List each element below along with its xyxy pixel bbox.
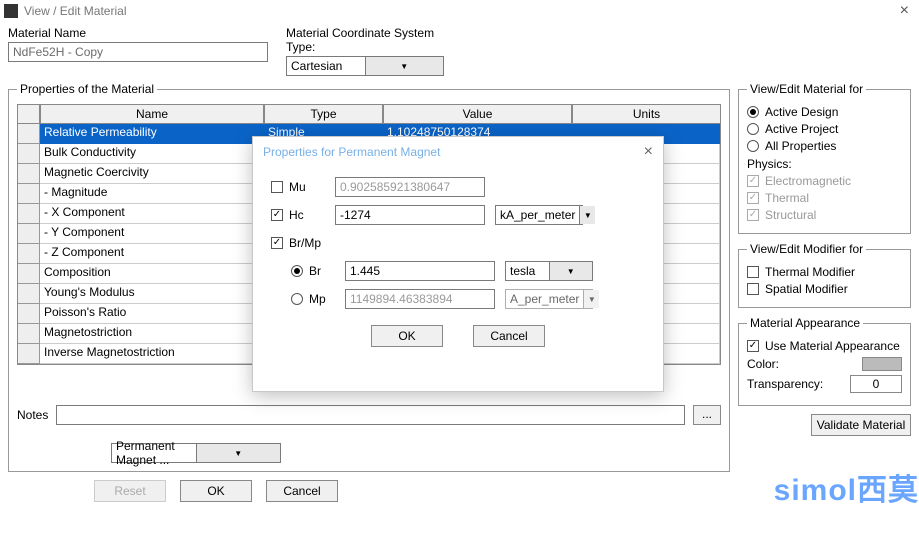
chevron-down-icon: ▼ — [196, 444, 281, 462]
col-name[interactable]: Name — [40, 105, 264, 124]
reset-button: Reset — [94, 480, 166, 502]
check-electromagnetic: Electromagnetic — [747, 174, 902, 188]
app-icon — [4, 4, 18, 18]
ok-button[interactable]: OK — [180, 480, 252, 502]
notes-input[interactable] — [56, 405, 685, 425]
permanent-magnet-dialog: Properties for Permanent Magnet × Mu Hc … — [252, 136, 664, 392]
properties-legend: Properties of the Material — [17, 82, 157, 96]
physics-label: Physics: — [747, 157, 902, 171]
calculator-value: Permanent Magnet ... — [112, 439, 196, 467]
modifier-legend: View/Edit Modifier for — [747, 242, 866, 256]
close-icon[interactable]: × — [644, 143, 653, 161]
dialog-cancel-button[interactable]: Cancel — [473, 325, 545, 347]
mu-input — [335, 177, 485, 197]
chevron-down-icon: ▼ — [549, 262, 593, 280]
notes-browse-button[interactable]: ... — [693, 405, 721, 425]
check-thermal: Thermal — [747, 191, 902, 205]
grid-header: Name Type Value Units — [18, 105, 720, 124]
check-structural: Structural — [747, 208, 902, 222]
cancel-button[interactable]: Cancel — [266, 480, 338, 502]
color-label: Color: — [747, 357, 779, 371]
check-spatial-modifier[interactable]: Spatial Modifier — [747, 282, 902, 296]
br-input[interactable] — [345, 261, 495, 281]
check-hc[interactable]: Hc — [271, 208, 325, 222]
col-type[interactable]: Type — [264, 105, 383, 124]
radio-active-design[interactable]: Active Design — [747, 105, 902, 119]
transparency-label: Transparency: — [747, 377, 823, 391]
dialog-ok-button[interactable]: OK — [371, 325, 443, 347]
title-bar: View / Edit Material × — [0, 0, 919, 22]
dialog-titlebar[interactable]: Properties for Permanent Magnet × — [253, 137, 663, 167]
appearance-legend: Material Appearance — [747, 316, 863, 330]
mp-input — [345, 289, 495, 309]
calculator-combo[interactable]: Permanent Magnet ... ▼ — [111, 443, 281, 463]
chevron-down-icon: ▼ — [583, 290, 599, 308]
coord-type-label: Material Coordinate System Type: — [286, 26, 444, 54]
check-brmp[interactable]: Br/Mp — [271, 236, 325, 250]
chevron-down-icon: ▼ — [579, 206, 595, 224]
appearance-group: Material Appearance Use Material Appeara… — [738, 316, 911, 406]
radio-br[interactable]: Br — [291, 264, 335, 278]
transparency-input[interactable] — [850, 375, 902, 393]
radio-active-project[interactable]: Active Project — [747, 122, 902, 136]
mp-unit-combo: A_per_meter▼ — [505, 289, 593, 309]
check-mu[interactable]: Mu — [271, 180, 325, 194]
chevron-down-icon: ▼ — [365, 57, 444, 75]
color-swatch[interactable] — [862, 357, 902, 371]
notes-label: Notes — [17, 408, 48, 422]
view-for-legend: View/Edit Material for — [747, 82, 866, 96]
hc-unit-combo[interactable]: kA_per_meter▼ — [495, 205, 583, 225]
br-unit-combo[interactable]: tesla▼ — [505, 261, 593, 281]
validate-material-button[interactable]: Validate Material — [811, 414, 911, 436]
material-name-label: Material Name — [8, 26, 268, 40]
material-name-input[interactable] — [8, 42, 268, 62]
check-use-appearance[interactable]: Use Material Appearance — [747, 339, 902, 353]
window-title: View / Edit Material — [24, 4, 127, 18]
window-close-icon[interactable]: × — [894, 2, 915, 20]
radio-all-properties[interactable]: All Properties — [747, 139, 902, 153]
col-value[interactable]: Value — [383, 105, 572, 124]
view-for-group: View/Edit Material for Active Design Act… — [738, 82, 911, 234]
radio-mp[interactable]: Mp — [291, 292, 335, 306]
coord-type-combo[interactable]: Cartesian ▼ — [286, 56, 444, 76]
coord-type-value: Cartesian — [287, 59, 365, 73]
dialog-title: Properties for Permanent Magnet — [263, 145, 440, 159]
modifier-for-group: View/Edit Modifier for Thermal Modifier … — [738, 242, 911, 308]
col-units[interactable]: Units — [572, 105, 720, 124]
hc-input[interactable] — [335, 205, 485, 225]
check-thermal-modifier[interactable]: Thermal Modifier — [747, 265, 902, 279]
